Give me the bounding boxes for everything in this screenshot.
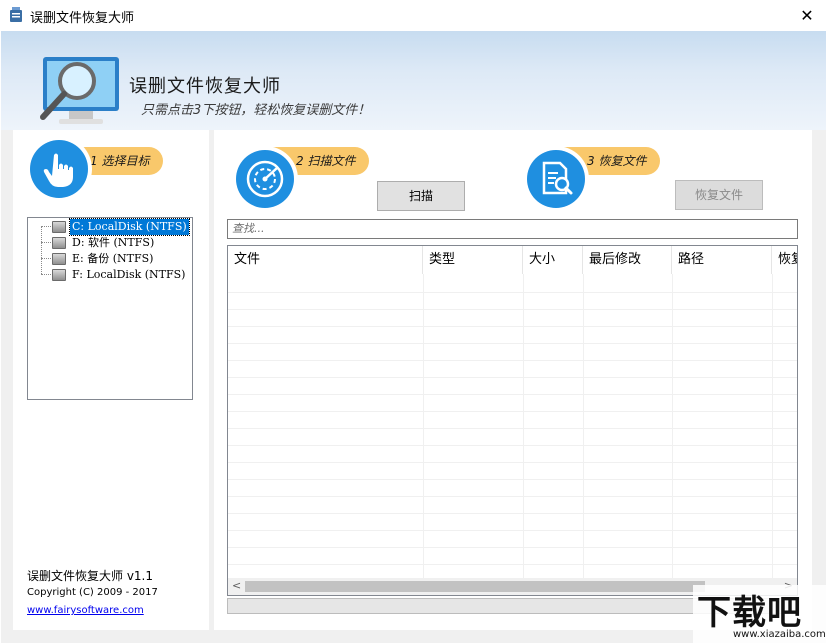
drive-label: E: 备份 (NTFS) — [72, 252, 154, 265]
drive-label: D: 软件 (NTFS) — [72, 236, 155, 249]
table-column-divider — [672, 274, 673, 579]
scroll-left-icon[interactable]: < — [232, 579, 241, 592]
close-button[interactable]: ✕ — [787, 0, 827, 31]
column-header-size[interactable]: 大小 — [523, 246, 583, 274]
about-copyright: Copyright (C) 2009 - 2017 — [27, 587, 158, 598]
drive-tree[interactable]: C: LocalDisk (NTFS) D: 软件 (NTFS) E: 备份 (… — [27, 217, 193, 400]
table-row-divider — [228, 326, 797, 327]
website-link[interactable]: www.fairysoftware.com — [27, 605, 144, 616]
hard-drive-icon — [52, 253, 66, 265]
drive-item-c[interactable]: C: LocalDisk (NTFS) — [28, 218, 192, 236]
search-input[interactable]: 查找... — [227, 219, 798, 239]
watermark-url: www.xiazaiba.com — [733, 629, 826, 640]
table-column-divider — [423, 274, 424, 579]
table-row-divider — [228, 428, 797, 429]
app-icon — [10, 7, 22, 22]
recover-files-button[interactable]: 恢复文件 — [675, 180, 763, 210]
table-row-divider — [228, 479, 797, 480]
document-search-icon — [542, 161, 573, 195]
column-header-type[interactable]: 类型 — [423, 246, 523, 274]
table-row-divider — [228, 496, 797, 497]
table-row-divider — [228, 462, 797, 463]
table-row-divider — [228, 530, 797, 531]
hard-drive-icon — [52, 269, 66, 281]
file-list-table[interactable]: 文件 类型 大小 最后修改 路径 恢复 < > — [227, 245, 798, 596]
step3-circle — [523, 146, 589, 212]
column-header-file[interactable]: 文件 — [228, 246, 423, 274]
title-bar: 误删文件恢复大师 ✕ — [0, 0, 827, 31]
column-header-recover[interactable]: 恢复 — [772, 246, 797, 274]
radar-scan-icon — [246, 160, 284, 198]
table-row-divider — [228, 564, 797, 565]
table-row-divider — [228, 292, 797, 293]
window-title: 误删文件恢复大师 — [30, 11, 135, 26]
watermark: 下载吧 www.xiazaiba.com — [693, 585, 827, 643]
table-column-divider — [523, 274, 524, 579]
table-row-divider — [228, 309, 797, 310]
table-row-divider — [228, 513, 797, 514]
hard-drive-icon — [52, 221, 66, 233]
table-column-divider — [583, 274, 584, 579]
table-row-divider — [228, 411, 797, 412]
table-row-divider — [228, 547, 797, 548]
table-row-divider — [228, 343, 797, 344]
watermark-brand: 下载吧 — [697, 593, 802, 633]
column-header-modified[interactable]: 最后修改 — [583, 246, 672, 274]
header-banner: 误删文件恢复大师 只需点击3下按钮，轻松恢复误删文件！ — [1, 31, 826, 130]
banner-app-name: 误删文件恢复大师 — [129, 76, 281, 97]
drive-item-f[interactable]: F: LocalDisk (NTFS) — [28, 267, 192, 283]
hard-drive-icon — [52, 237, 66, 249]
drive-label: F: LocalDisk (NTFS) — [72, 268, 186, 281]
monitor-magnifier-logo — [40, 57, 119, 124]
hand-pointer-icon — [43, 153, 73, 187]
drive-item-e[interactable]: E: 备份 (NTFS) — [28, 251, 192, 267]
table-row-divider — [228, 377, 797, 378]
scan-button[interactable]: 扫描 — [377, 181, 465, 211]
scrollbar-thumb[interactable] — [245, 581, 705, 592]
banner-slogan: 只需点击3下按钮，轻松恢复误删文件！ — [141, 103, 371, 118]
step1-circle — [26, 136, 92, 202]
close-icon: ✕ — [800, 6, 814, 25]
column-header-path[interactable]: 路径 — [672, 246, 772, 274]
step2-circle — [232, 146, 298, 212]
table-row-divider — [228, 360, 797, 361]
table-row-divider — [228, 445, 797, 446]
about-app-version: 误删文件恢复大师 v1.1 — [27, 569, 154, 583]
table-column-divider — [772, 274, 773, 579]
drive-label: C: LocalDisk (NTFS) — [69, 218, 190, 236]
table-row-divider — [228, 394, 797, 395]
drive-item-d[interactable]: D: 软件 (NTFS) — [28, 235, 192, 251]
table-header: 文件 类型 大小 最后修改 路径 恢复 — [228, 246, 797, 274]
